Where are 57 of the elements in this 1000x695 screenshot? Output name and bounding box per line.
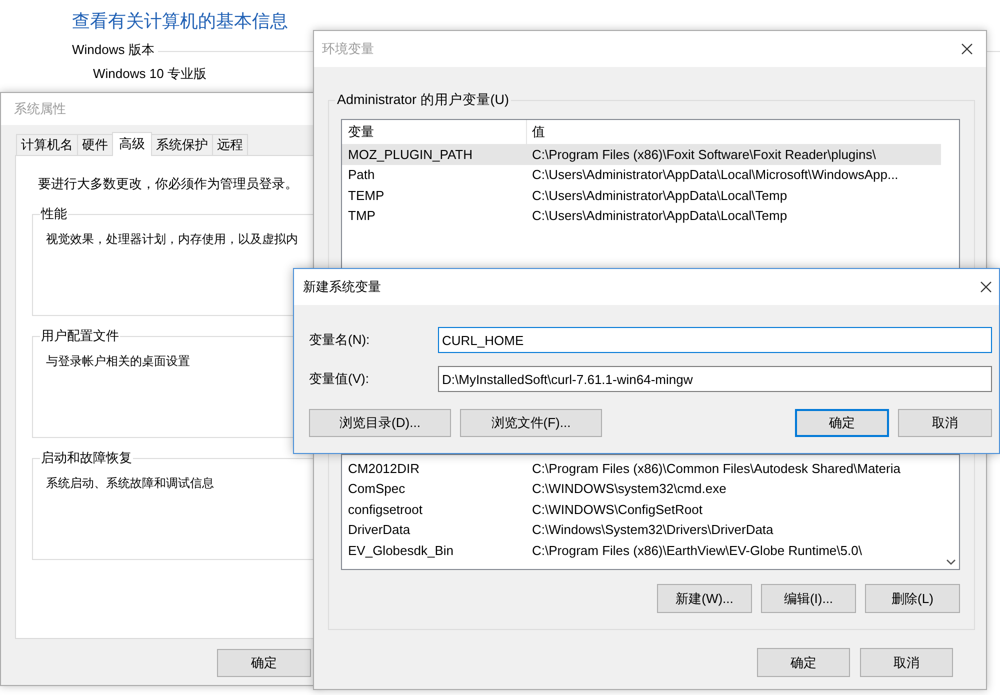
- table-cell-text: MOZ_PLUGIN_PATH: [347, 146, 474, 162]
- table-cell-text: CM2012DIR: [347, 460, 421, 476]
- cancel-button[interactable]: 取消: [860, 648, 953, 677]
- table-row[interactable]: TMP C:\Users\Administrator\AppData\Local\Temp: [342, 206, 941, 226]
- table-cell-text: Path: [347, 167, 376, 182]
- ok-button[interactable]: 确定: [795, 409, 889, 437]
- group-title: 启动和故障恢复: [40, 449, 133, 467]
- window-title: 系统属性: [14, 100, 66, 118]
- table-cell-text: C:\Program Files (x86)\Common Files\Autodesk Shared\Materia: [531, 460, 902, 476]
- ok-button[interactable]: 确定: [757, 648, 850, 677]
- tab[interactable]: 高级: [112, 132, 152, 156]
- browse-file-button[interactable]: 浏览文件(F)...: [460, 409, 602, 437]
- table-cell-text: TEMP: [347, 188, 386, 203]
- tab[interactable]: 远程: [212, 134, 248, 155]
- table-cell-text: C:\WINDOWS\system32\cmd.exe: [531, 481, 728, 496]
- table-cell-text: C:\Users\Administrator\AppData\Local\Microsoft\WindowsApp...: [531, 167, 900, 182]
- browse-directory-button[interactable]: 浏览目录(D)...: [309, 409, 451, 437]
- group-description: 视觉效果，处理器计划，内存使用，以及虚拟内: [46, 231, 299, 248]
- table-cell-text: C:\WINDOWS\ConfigSetRoot: [531, 502, 704, 517]
- chevron-down-icon[interactable]: [946, 559, 956, 565]
- tab[interactable]: 计算机名: [16, 134, 78, 155]
- table-cell-text: C:\Users\Administrator\AppData\Local\Temp: [531, 188, 788, 203]
- group-description: 系统启动、系统故障和调试信息: [46, 475, 215, 492]
- table-row[interactable]: Path C:\Users\Administrator\AppData\Local\Microsoft\WindowsApp...: [342, 164, 941, 185]
- edit-button[interactable]: 编辑(I)...: [761, 584, 856, 613]
- new-button[interactable]: 新建(W)...: [657, 584, 752, 613]
- table-cell-text: C:\Program Files (x86)\Foxit Software\Foxit Reader\plugins\: [531, 146, 877, 162]
- window-title: 环境变量: [322, 40, 374, 58]
- table-cell-text: C:\Windows\System32\Drivers\DriverData: [531, 522, 774, 538]
- notice-text: 要进行大多数更改，你必须作为管理员登录。: [38, 175, 299, 193]
- ok-button[interactable]: 确定: [217, 649, 311, 677]
- close-icon[interactable]: [961, 43, 973, 55]
- edition-text: Windows 10 专业版: [93, 66, 208, 82]
- column-header[interactable]: 变量: [342, 120, 526, 144]
- cancel-button[interactable]: 取消: [898, 409, 992, 437]
- table-cell-text: ComSpec: [347, 481, 406, 496]
- table-cell-text: configsetroot: [347, 502, 424, 517]
- group-title: 性能: [40, 205, 68, 223]
- section-heading: Windows 版本: [72, 42, 154, 58]
- input-field[interactable]: CURL_HOME: [438, 327, 992, 353]
- group-description: 与登录帐户相关的桌面设置: [46, 353, 191, 370]
- field-label: 变量值(V):: [309, 370, 370, 388]
- table-cell-text: DriverData: [347, 522, 412, 538]
- table-row[interactable]: MOZ_PLUGIN_PATH C:\Program Files (x86)\Foxit Software\Foxit Reader\plugins\: [342, 144, 941, 164]
- group-title: Administrator 的用户变量(U): [336, 91, 510, 109]
- close-icon[interactable]: [980, 281, 992, 293]
- table-row[interactable]: TEMP C:\Users\Administrator\AppData\Local\Temp: [342, 185, 941, 206]
- table-cell-text: TMP: [347, 208, 376, 224]
- dialog-title: 新建系统变量: [303, 278, 381, 296]
- group-title: 用户配置文件: [40, 327, 120, 345]
- table-cell-text: C:\Users\Administrator\AppData\Local\Temp: [531, 208, 788, 224]
- table-cell-text: C:\Program Files (x86)\EarthView\EV-Globe Runtime\5.0\: [531, 542, 863, 558]
- delete-button[interactable]: 删除(L): [865, 584, 960, 613]
- table-cell-text: EV_Globesdk_Bin: [347, 542, 455, 558]
- page-title: 查看有关计算机的基本信息: [72, 10, 289, 32]
- field-label: 变量名(N):: [309, 331, 371, 349]
- input-field[interactable]: D:\MyInstalledSoft\curl-7.61.1-win64-mingw: [438, 366, 992, 392]
